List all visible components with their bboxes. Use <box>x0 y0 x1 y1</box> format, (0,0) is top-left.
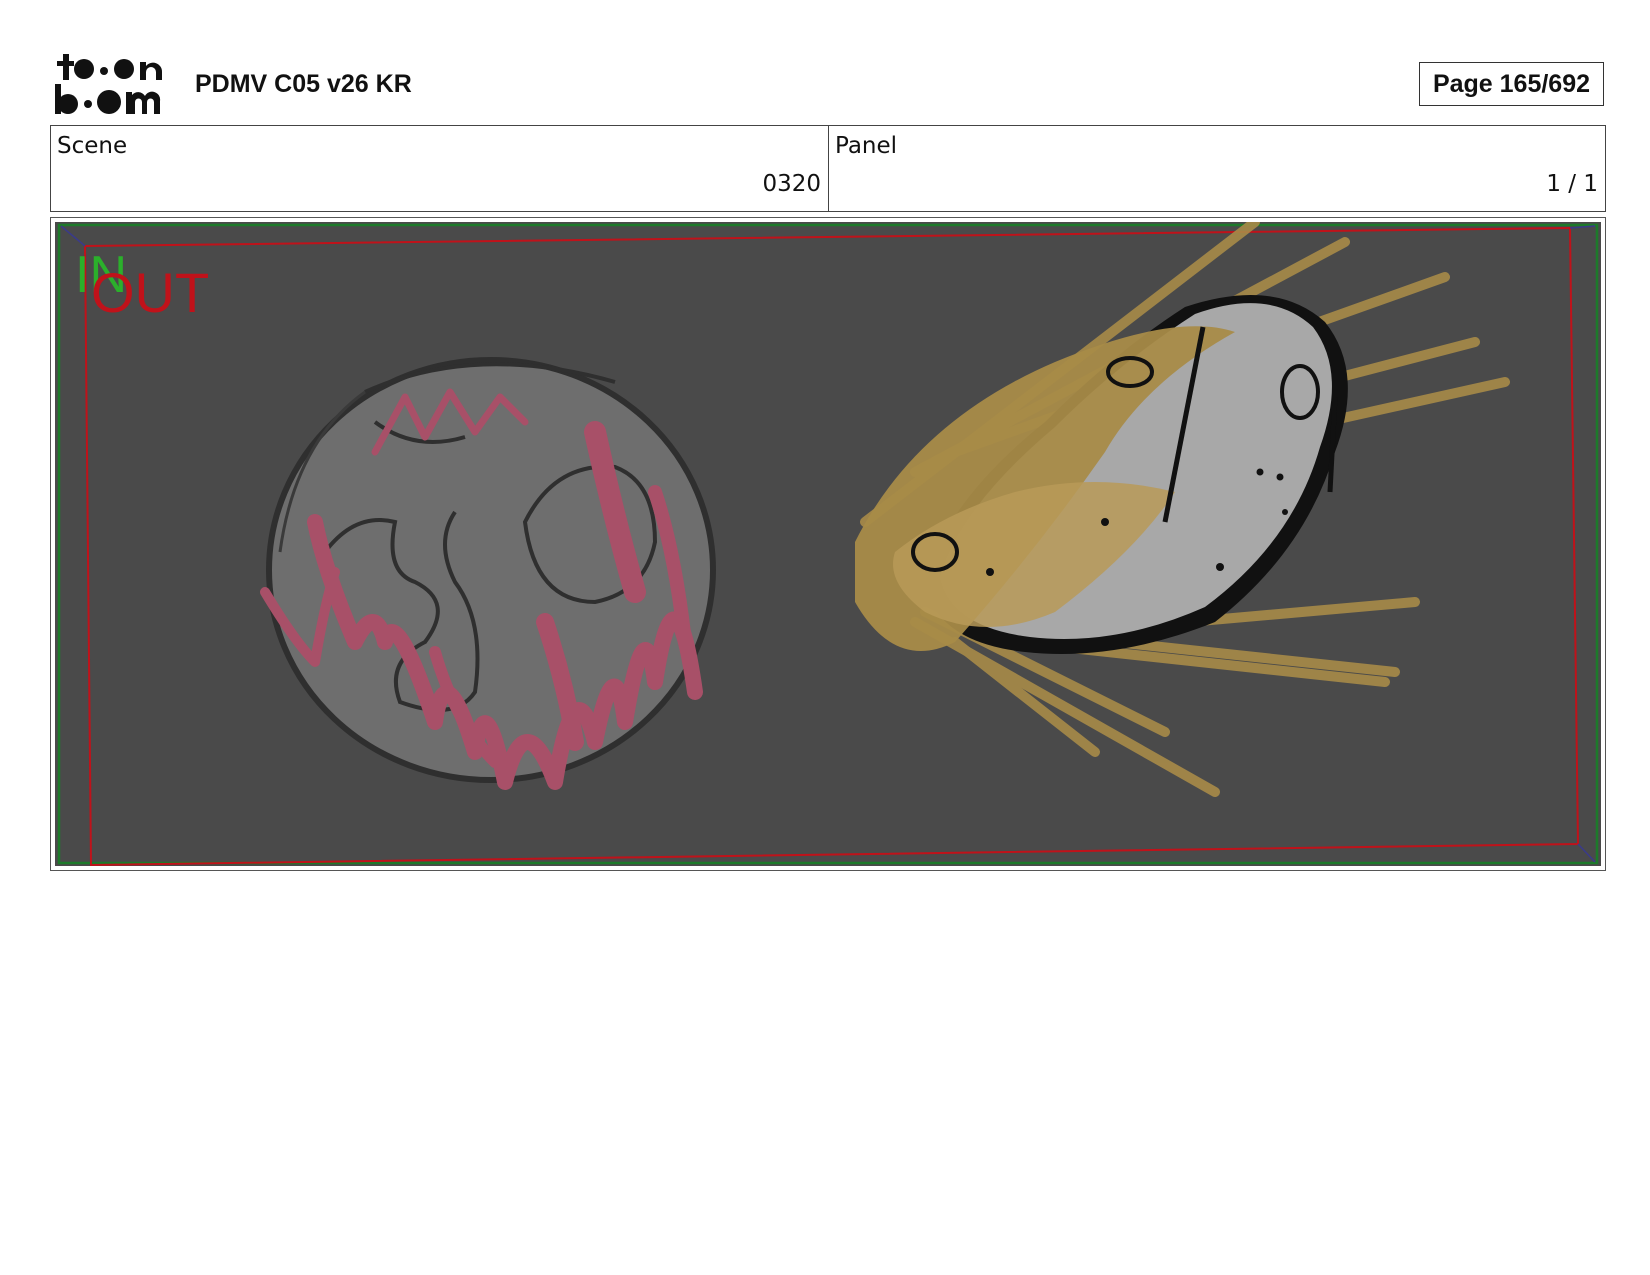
storyboard-panel-frame: IN OUT <box>50 217 1606 871</box>
document-title: PDMV C05 v26 KR <box>195 70 412 98</box>
out-marker-label: OUT <box>91 261 209 324</box>
page-number-label: Page 165/692 <box>1419 62 1604 106</box>
planet-sketch <box>260 357 716 790</box>
scene-cell: Scene 0320 <box>51 126 829 211</box>
scene-label: Scene <box>57 133 128 159</box>
panel-info-table: Scene 0320 Panel 1 / 1 <box>50 125 1606 212</box>
panel-number: 1 / 1 <box>1546 171 1598 197</box>
scene-number: 0320 <box>762 171 821 197</box>
storyboard-panel-image: IN OUT <box>55 222 1601 866</box>
panel-cell: Panel 1 / 1 <box>829 126 1605 211</box>
toon-boom-logo <box>55 54 163 114</box>
panel-label: Panel <box>835 133 898 159</box>
